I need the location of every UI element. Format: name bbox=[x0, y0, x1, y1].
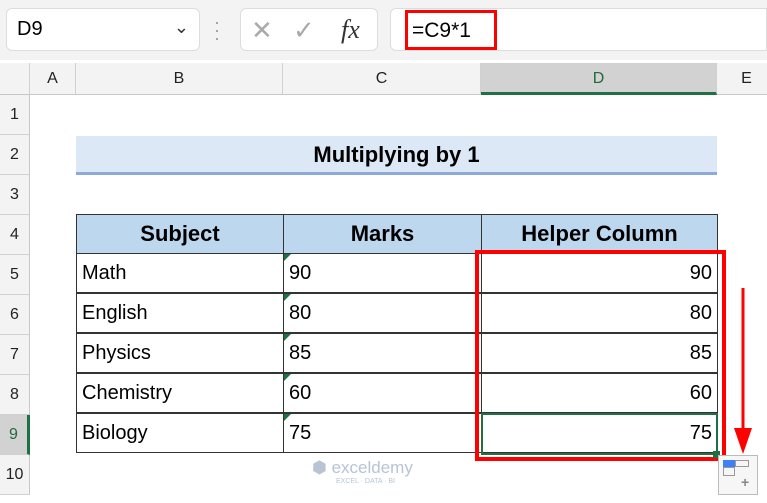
grip-icon: · · · bbox=[214, 12, 220, 48]
table-cell[interactable]: 80 bbox=[283, 293, 482, 333]
error-indicator-icon bbox=[284, 294, 291, 301]
watermark-text: exceldemy bbox=[331, 458, 413, 477]
cell-value: Biology bbox=[82, 422, 148, 444]
cell-value: Math bbox=[82, 262, 127, 284]
table-cell[interactable]: Physics bbox=[76, 333, 284, 373]
table-cell[interactable]: 60 bbox=[283, 373, 482, 413]
error-indicator-icon bbox=[284, 414, 291, 421]
arrow-down-icon bbox=[734, 288, 752, 454]
table-cell[interactable]: 85 bbox=[283, 333, 482, 373]
table-cell[interactable]: Math bbox=[76, 253, 284, 293]
select-all-button[interactable] bbox=[0, 63, 30, 95]
name-box-value: D9 bbox=[17, 18, 43, 40]
active-cell-border bbox=[481, 413, 718, 455]
cell-value: 80 bbox=[289, 302, 312, 324]
cancel-icon[interactable]: ✕ bbox=[251, 15, 273, 46]
column-header-a[interactable]: A bbox=[30, 63, 76, 95]
row-header-10[interactable]: 10 bbox=[0, 455, 30, 495]
watermark-sub: EXCEL · DATA · BI bbox=[336, 478, 395, 485]
row-header-1[interactable]: 1 bbox=[0, 95, 30, 135]
formula-value: =C9*1 bbox=[405, 10, 497, 50]
header-marks[interactable]: Marks bbox=[283, 214, 482, 254]
table-cell[interactable]: Biology bbox=[76, 413, 284, 453]
column-header-c[interactable]: C bbox=[283, 63, 481, 95]
table-cell[interactable]: English bbox=[76, 293, 284, 333]
watermark: ⬢ exceldemy EXCEL · DATA · BI bbox=[312, 458, 413, 485]
row-header-3[interactable]: 3 bbox=[0, 175, 30, 215]
formula-buttons: ✕ ✓ fx bbox=[240, 8, 378, 51]
cell-value: 90 bbox=[289, 262, 312, 284]
cell-value: 75 bbox=[289, 422, 312, 444]
table-cell[interactable]: 90 bbox=[283, 253, 482, 293]
row-header-4[interactable]: 4 bbox=[0, 215, 30, 255]
error-indicator-icon bbox=[284, 334, 291, 341]
confirm-icon[interactable]: ✓ bbox=[293, 15, 315, 46]
error-indicator-icon bbox=[284, 254, 291, 261]
row-header-5[interactable]: 5 bbox=[0, 255, 30, 295]
cell-value: Physics bbox=[82, 342, 151, 364]
cell-value: 85 bbox=[289, 342, 312, 364]
table-cell[interactable]: Chemistry bbox=[76, 373, 284, 413]
row-header-6[interactable]: 6 bbox=[0, 295, 30, 335]
column-header-e[interactable]: E bbox=[717, 63, 767, 95]
header-helper[interactable]: Helper Column bbox=[481, 214, 718, 254]
column-header-b[interactable]: B bbox=[76, 63, 283, 95]
column-header-d[interactable]: D bbox=[481, 63, 717, 95]
header-subject[interactable]: Subject bbox=[76, 214, 284, 254]
row-header-7[interactable]: 7 bbox=[0, 335, 30, 375]
row-header-2[interactable]: 2 bbox=[0, 135, 30, 175]
cell-value: Chemistry bbox=[82, 382, 173, 404]
logo-icon: ⬢ bbox=[312, 458, 332, 477]
error-indicator-icon bbox=[284, 374, 291, 381]
row-header-9[interactable]: 9 bbox=[0, 415, 30, 455]
row-header-8[interactable]: 8 bbox=[0, 375, 30, 415]
name-box[interactable]: D9 ⌄ bbox=[6, 8, 200, 51]
cell-value: English bbox=[82, 302, 148, 324]
sheet-title: Multiplying by 1 bbox=[76, 136, 717, 175]
table-cell[interactable]: 75 bbox=[283, 413, 482, 453]
paste-options-button[interactable]: + bbox=[718, 455, 758, 495]
fx-icon[interactable]: fx bbox=[341, 15, 360, 45]
cell-value: 60 bbox=[289, 382, 312, 404]
chevron-down-icon[interactable]: ⌄ bbox=[174, 17, 189, 38]
